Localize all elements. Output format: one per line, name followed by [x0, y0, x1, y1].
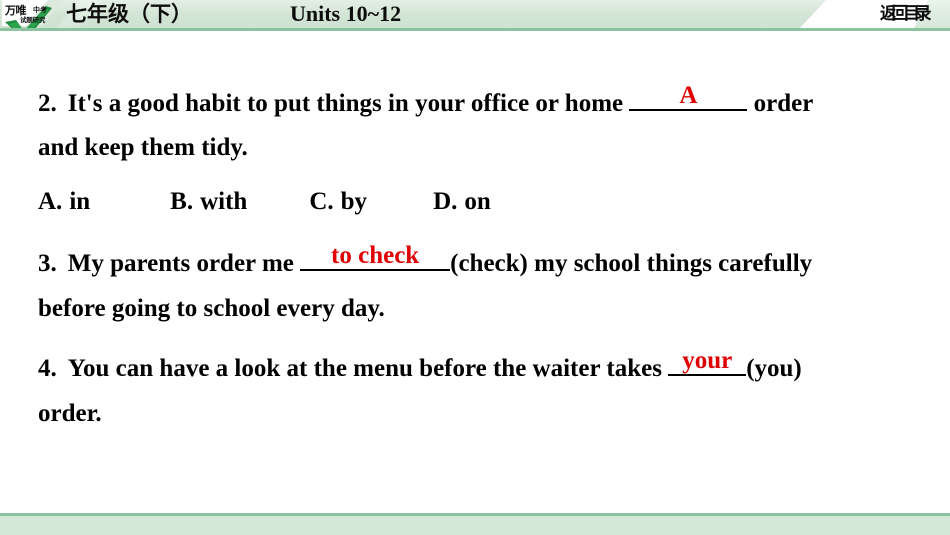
page-header: 万唯 中考 试题研究 七年级（下） Units 10~12 返回目录: [0, 0, 950, 31]
option-a[interactable]: A. in: [38, 189, 90, 214]
return-to-contents-button[interactable]: 返回目录: [880, 0, 932, 28]
option-a-text: in: [69, 188, 91, 215]
question-3-text-after: (check) my school things carefully: [450, 250, 813, 277]
question-2-answer-blank[interactable]: A: [629, 82, 748, 111]
option-b-label: B.: [170, 188, 194, 215]
option-c[interactable]: C. by: [309, 189, 367, 214]
question-2-answer-text: A: [679, 82, 698, 109]
page-footer-bar: [0, 513, 950, 535]
option-d-text: on: [464, 188, 491, 215]
option-b-text: with: [200, 188, 248, 215]
question-2-number: 2.: [38, 90, 57, 117]
question-4-answer-text: your: [682, 347, 733, 374]
question-4-text-before: You can have a look at the menu before t…: [67, 355, 662, 382]
header-title-grade: 七年级（下）: [66, 2, 192, 26]
question-4-line-1: 4. You can have a look at the menu before…: [38, 347, 802, 382]
question-4-line-2: order.: [38, 400, 102, 427]
question-2-text-before: It's a good habit to put things in your …: [67, 90, 624, 117]
option-c-text: by: [340, 188, 368, 215]
question-3-answer-text: to check: [331, 242, 420, 269]
header-title-units: Units 10~12: [290, 1, 402, 26]
option-d-label: D.: [433, 188, 458, 215]
question-2-options: A. in B. with C. by D. on: [38, 189, 491, 214]
option-d[interactable]: D. on: [433, 189, 491, 214]
question-3-number: 3.: [38, 250, 57, 277]
question-3-answer-blank[interactable]: to check: [300, 242, 451, 271]
option-c-label: C.: [309, 188, 334, 215]
question-3-line-1: 3. My parents order me to check (check) my…: [38, 242, 813, 277]
question-4-text-after: (you): [746, 355, 802, 382]
option-a-label: A.: [38, 188, 63, 215]
logo-brand-sub: 试题研究: [20, 16, 46, 24]
question-3-line-2: before going to school every day.: [38, 295, 385, 322]
brand-logo: 万唯 中考 试题研究: [2, 0, 64, 28]
question-2-line-2: and keep them tidy.: [38, 134, 248, 161]
question-4-number: 4.: [38, 355, 57, 382]
option-b[interactable]: B. with: [170, 189, 247, 214]
question-4-answer-blank[interactable]: your: [668, 347, 747, 376]
exercise-content: 2. It's a good habit to put things in you…: [0, 31, 950, 501]
question-3-text-before: My parents order me: [67, 250, 294, 277]
question-2-text-after: order: [753, 90, 814, 117]
question-2-line-1: 2. It's a good habit to put things in you…: [38, 82, 814, 117]
